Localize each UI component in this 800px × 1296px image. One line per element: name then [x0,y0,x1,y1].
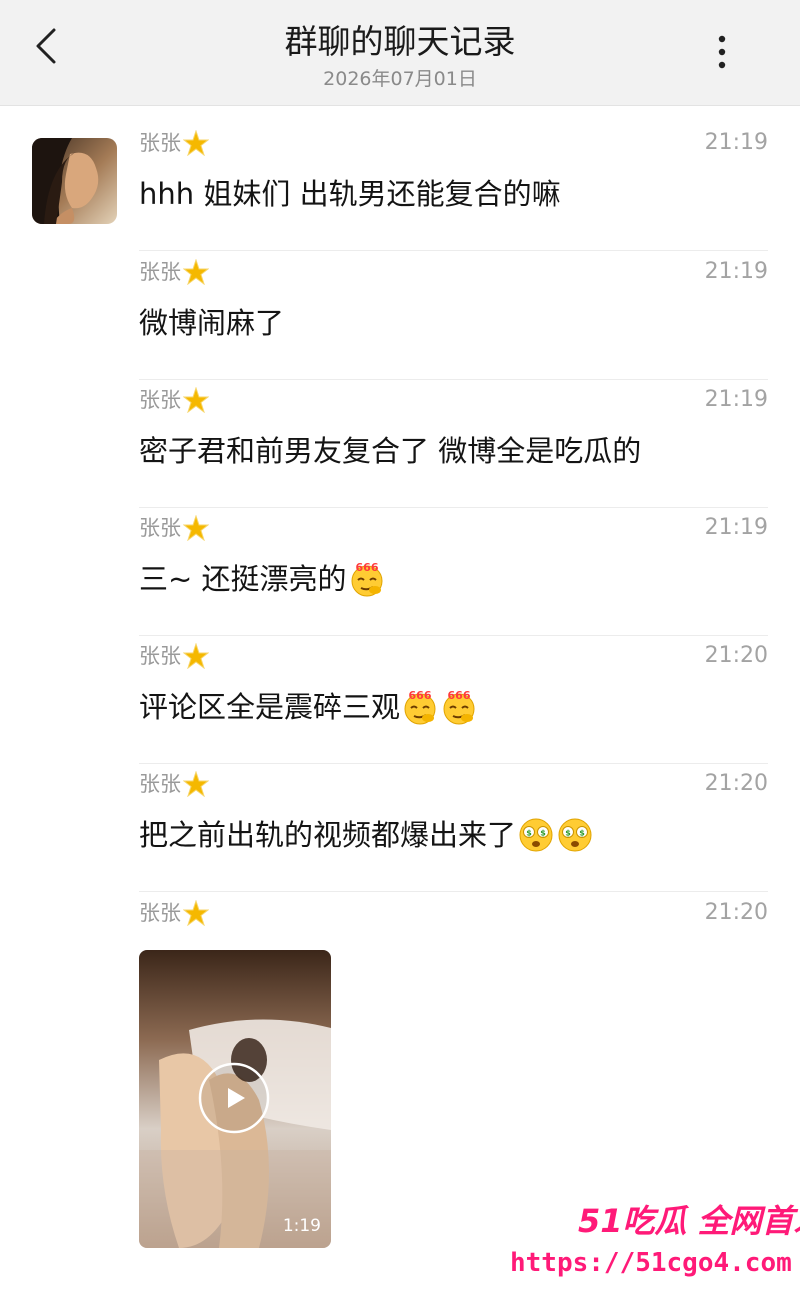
star-icon [183,387,209,413]
sender-name: 张张 [139,126,209,160]
star-icon [183,771,209,797]
sender-name: 张张 [139,896,209,930]
message-time: 21:19 [704,387,768,412]
avatar[interactable] [32,138,117,224]
message-time: 21:19 [704,130,768,155]
star-icon [183,515,209,541]
chat-date: 2026年07月01日 [323,68,477,90]
message-item: 张张 21:19 密子君和前男友复合了 微博全是吃瓜的 [139,379,768,508]
message-time: 21:20 [704,771,768,796]
message-item: 张张 21:20 评论区全是震碎三观 666 666 [139,635,768,764]
play-button[interactable] [198,1062,270,1134]
666-emoji-icon: 666 [440,688,478,726]
svg-text:$: $ [579,829,585,838]
666-emoji-icon: 666 [401,688,439,726]
message-time: 21:19 [704,259,768,284]
chat-header: 群聊的聊天记录 2026年07月01日 [0,0,800,106]
message-text[interactable]: 微博闹麻了 [139,301,284,345]
message-text[interactable]: 三~ 还挺漂亮的 666 [139,557,386,601]
money-eyes-emoji-icon: $ $ [556,816,594,854]
message-item: 张张 21:20 把之前出轨的视频都爆出来了 $ $ $ $ [139,763,768,892]
message-text[interactable]: 评论区全是震碎三观 666 666 [139,685,478,729]
more-vertical-icon [718,35,726,69]
svg-text:$: $ [540,829,546,838]
svg-text:$: $ [565,829,571,838]
star-icon [183,900,209,926]
message-text[interactable]: 密子君和前男友复合了 微博全是吃瓜的 [139,429,641,473]
video-message[interactable]: 1:19 [139,950,331,1248]
page-title: 群聊的聊天记录 [284,22,516,61]
sender-name: 张张 [139,639,209,673]
star-icon [183,643,209,669]
watermark-url: https://51cgo4.com [510,1248,792,1278]
sender-name: 张张 [139,511,209,545]
watermark-brand: 51吃瓜 全网首发 [578,1202,800,1240]
message-item: 张张 21:19 三~ 还挺漂亮的 666 [139,507,768,636]
message-time: 21:19 [704,515,768,540]
message-time: 21:20 [704,900,768,925]
message-time: 21:20 [704,643,768,668]
message-item: 张张 21:19 微博闹麻了 [139,251,768,380]
666-emoji-icon: 666 [348,560,386,598]
svg-text:$: $ [526,829,532,838]
svg-text:666: 666 [448,689,471,702]
more-menu-button[interactable] [702,30,742,74]
message-text[interactable]: hhh 姐妹们 出轨男还能复合的嘛 [139,172,561,216]
sender-name: 张张 [139,255,209,289]
star-icon [183,130,209,156]
message-text[interactable]: 把之前出轨的视频都爆出来了 $ $ $ $ [139,813,594,857]
message-item: 张张 21:19 hhh 姐妹们 出轨男还能复合的嘛 [139,122,768,251]
star-icon [183,259,209,285]
play-icon [198,1062,270,1134]
money-eyes-emoji-icon: $ $ [517,816,555,854]
video-duration: 1:19 [282,1216,321,1236]
sender-name: 张张 [139,767,209,801]
message-item: 张张 21:20 [139,892,768,952]
svg-text:666: 666 [355,561,378,574]
svg-text:666: 666 [409,689,432,702]
sender-name: 张张 [139,383,209,417]
